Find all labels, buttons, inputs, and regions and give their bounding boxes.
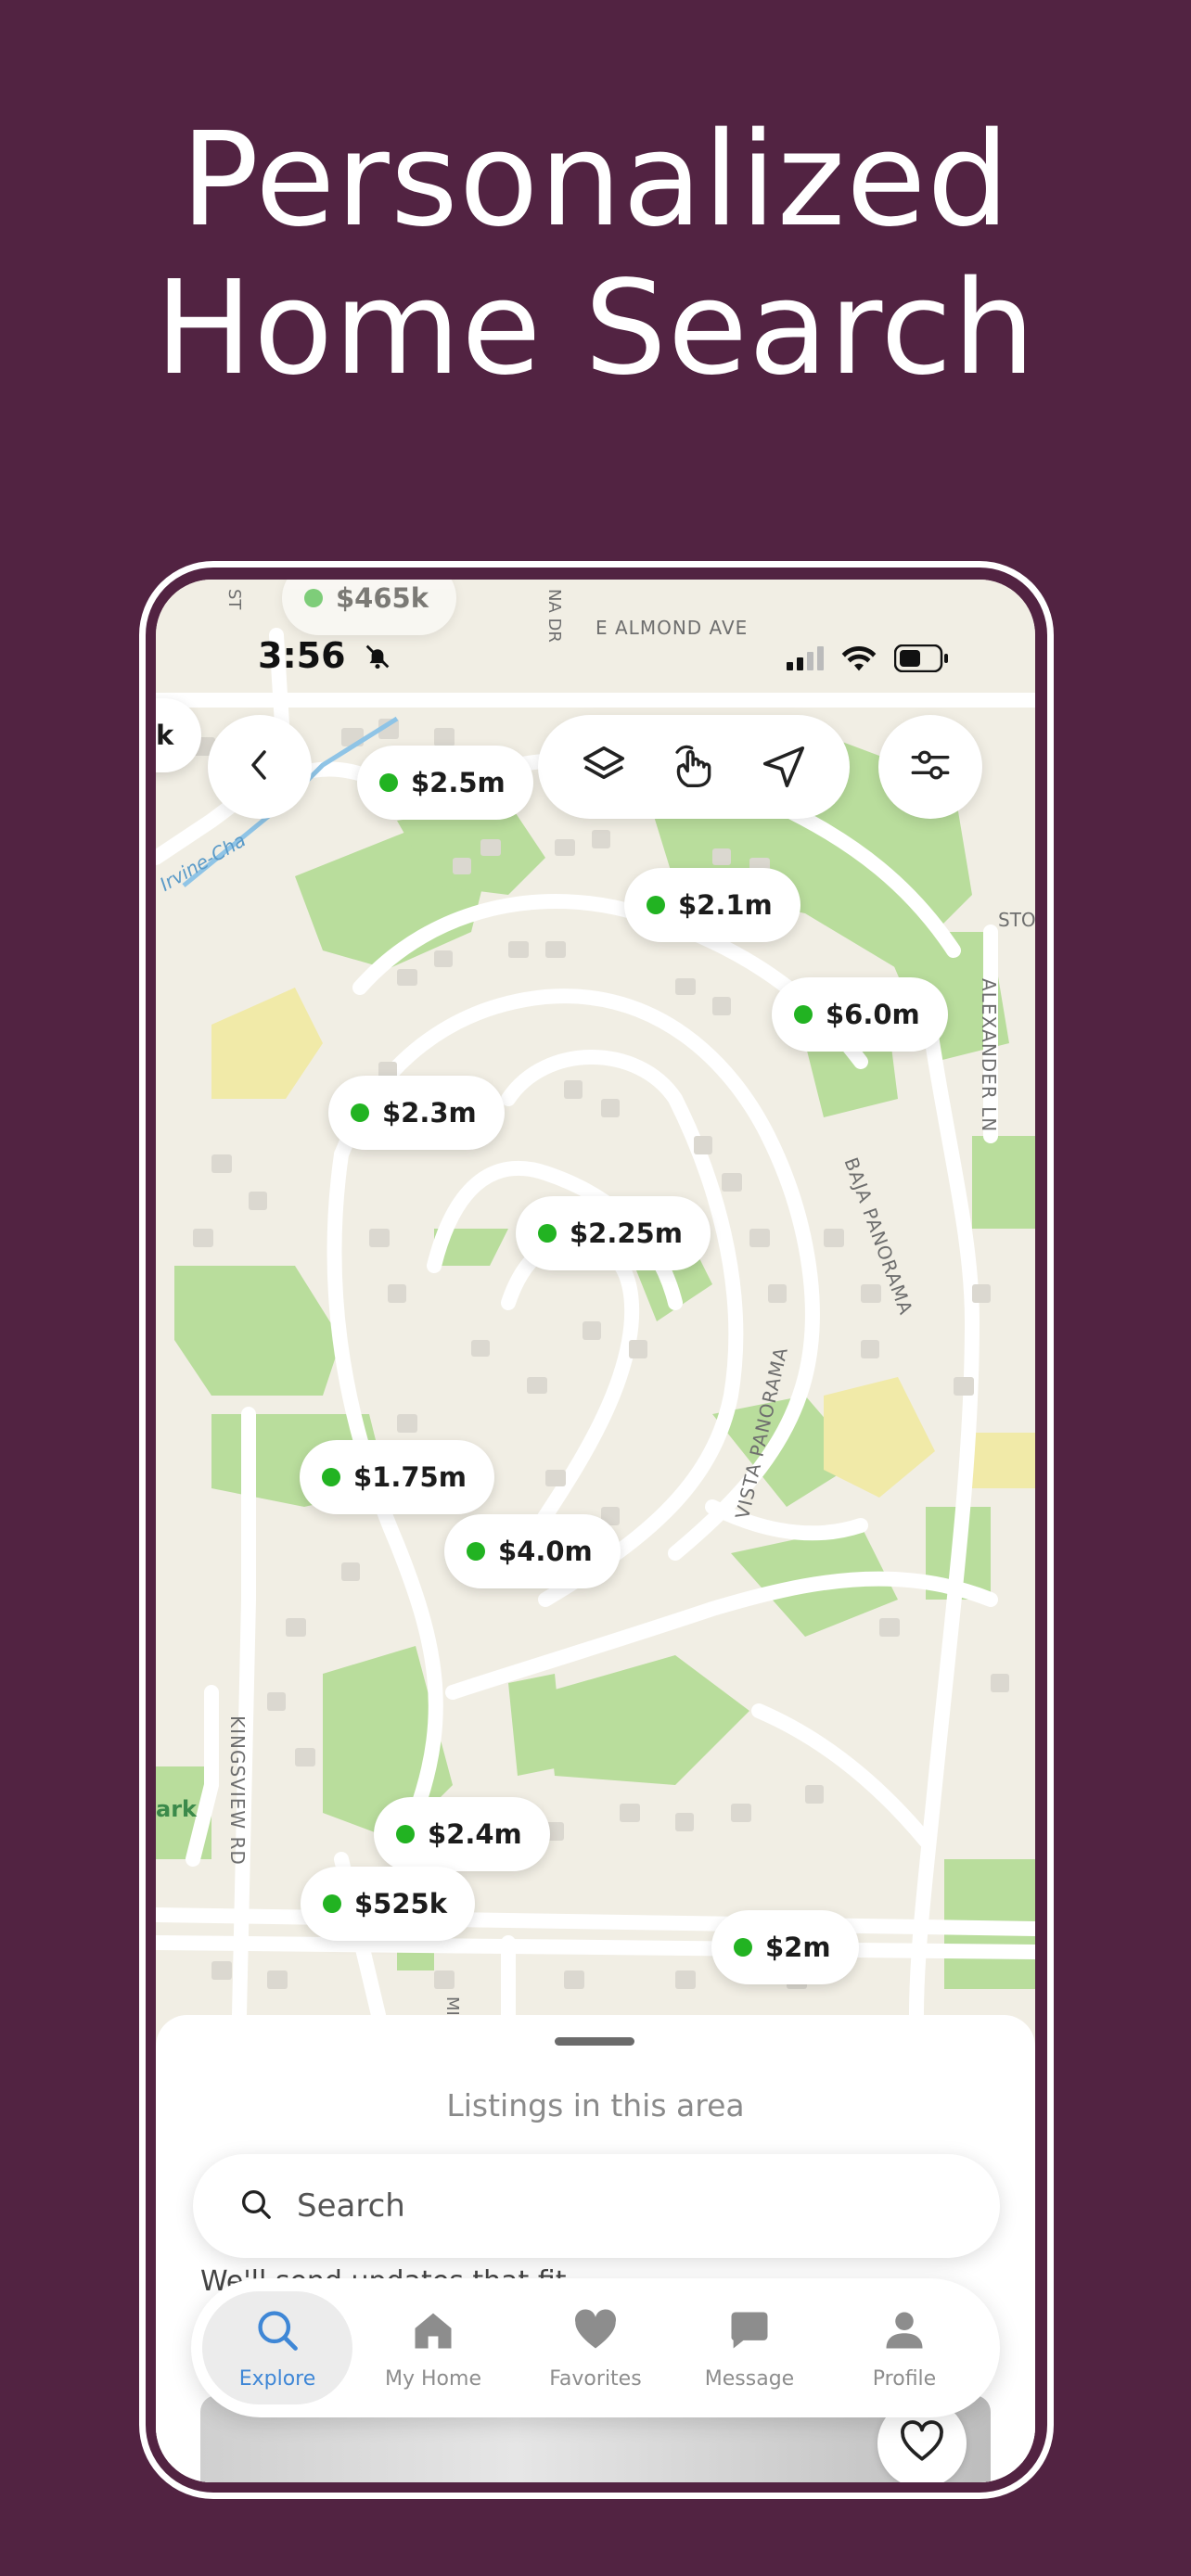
- street-label-st: ST: [224, 589, 244, 610]
- filter-button[interactable]: [878, 715, 982, 819]
- person-icon: [880, 2306, 928, 2358]
- chat-bubble-icon: [725, 2306, 774, 2358]
- price-pin[interactable]: $2.25m: [516, 1196, 711, 1270]
- price-pin[interactable]: $2m: [711, 1910, 859, 1984]
- sliders-icon: [907, 742, 954, 792]
- price-pin-label: k: [156, 720, 174, 751]
- price-pin-label: $2.3m: [382, 1097, 477, 1129]
- heart-outline-icon: [899, 2420, 945, 2467]
- price-dot: [351, 1103, 369, 1122]
- price-dot: [734, 1938, 752, 1957]
- status-bar: 3:56: [156, 635, 1035, 691]
- tab-label: Profile: [872, 2366, 937, 2391]
- layers-icon[interactable]: [579, 742, 629, 792]
- street-label-kingsview: KINGSVIEW RD: [226, 1715, 249, 1866]
- tab-label: Favorites: [549, 2366, 642, 2391]
- tab-favorites[interactable]: Favorites: [520, 2291, 671, 2404]
- price-pin-label: $4.0m: [498, 1536, 593, 1567]
- price-dot: [323, 1894, 341, 1913]
- location-arrow-icon[interactable]: [759, 742, 809, 792]
- hand-draw-icon[interactable]: [669, 742, 719, 792]
- price-pin[interactable]: $4.0m: [444, 1514, 621, 1588]
- price-pin-label: $2.5m: [411, 767, 506, 798]
- tab-label: Message: [704, 2366, 795, 2391]
- cellular-signal-icon: [787, 646, 827, 674]
- search-bar[interactable]: Search: [193, 2154, 1000, 2258]
- price-dot: [538, 1224, 557, 1243]
- price-pin[interactable]: $2.1m: [624, 868, 800, 942]
- sheet-title: Listings in this area: [446, 2087, 745, 2123]
- sheet-grabber[interactable]: [555, 2037, 634, 2046]
- price-dot: [322, 1468, 340, 1486]
- wifi-icon: [840, 644, 877, 676]
- price-dot: [396, 1825, 415, 1843]
- tab-message[interactable]: Message: [674, 2291, 825, 2404]
- back-button[interactable]: [208, 715, 312, 819]
- street-label-sto: STO: [998, 909, 1035, 931]
- street-label-alexander: ALEXANDER LN: [978, 978, 1000, 1133]
- search-icon: [237, 2186, 275, 2226]
- price-dot: [647, 896, 665, 914]
- home-icon: [409, 2306, 457, 2358]
- price-pin[interactable]: $525k: [301, 1867, 475, 1941]
- battery-icon: [893, 644, 950, 676]
- price-pin-label: $465k: [336, 582, 429, 614]
- price-pin-label: $525k: [354, 1888, 447, 1919]
- bell-muted-icon: [362, 641, 393, 676]
- price-pin-label: $1.75m: [353, 1461, 467, 1493]
- park-label: ark: [156, 1796, 197, 1822]
- price-pin[interactable]: $6.0m: [772, 977, 948, 1052]
- price-pin[interactable]: $2.4m: [374, 1797, 550, 1871]
- price-pin-partial-top[interactable]: $465k: [282, 580, 456, 635]
- price-dot: [467, 1542, 485, 1561]
- phone-screen: E ALMOND AVE BAJA PANORAMA VISTA PANORAM…: [156, 580, 1035, 2482]
- street-label-mi: MI: [442, 1996, 462, 2016]
- tab-bar: Explore My Home Favorites Message Profil…: [191, 2278, 1000, 2417]
- tab-my-home[interactable]: My Home: [358, 2291, 508, 2404]
- price-pin-label: $2m: [765, 1932, 831, 1963]
- search-icon: [253, 2306, 301, 2358]
- price-pin[interactable]: $1.75m: [300, 1440, 494, 1514]
- price-dot: [304, 589, 323, 607]
- tab-label: Explore: [238, 2366, 316, 2391]
- price-pin-label: $2.4m: [428, 1818, 522, 1850]
- tab-label: My Home: [385, 2366, 481, 2391]
- headline-line-2: Home Search: [155, 253, 1036, 404]
- price-pin-label: $2.1m: [678, 889, 773, 921]
- price-pin[interactable]: $2.3m: [328, 1076, 505, 1150]
- price-pin-label: $2.25m: [570, 1218, 683, 1249]
- status-time: 3:56: [258, 635, 346, 676]
- heart-icon: [571, 2306, 620, 2358]
- price-pin[interactable]: $2.5m: [357, 746, 533, 820]
- price-pin-label: $6.0m: [826, 999, 920, 1030]
- price-dot: [794, 1005, 813, 1024]
- tab-explore[interactable]: Explore: [202, 2291, 352, 2404]
- headline: Personalized Home Search: [0, 107, 1191, 403]
- tab-profile[interactable]: Profile: [829, 2291, 980, 2404]
- map-tools-pill: [538, 715, 850, 819]
- search-placeholder: Search: [297, 2187, 405, 2225]
- price-dot: [379, 773, 398, 792]
- headline-line-1: Personalized: [180, 105, 1011, 256]
- chevron-left-icon: [246, 746, 274, 787]
